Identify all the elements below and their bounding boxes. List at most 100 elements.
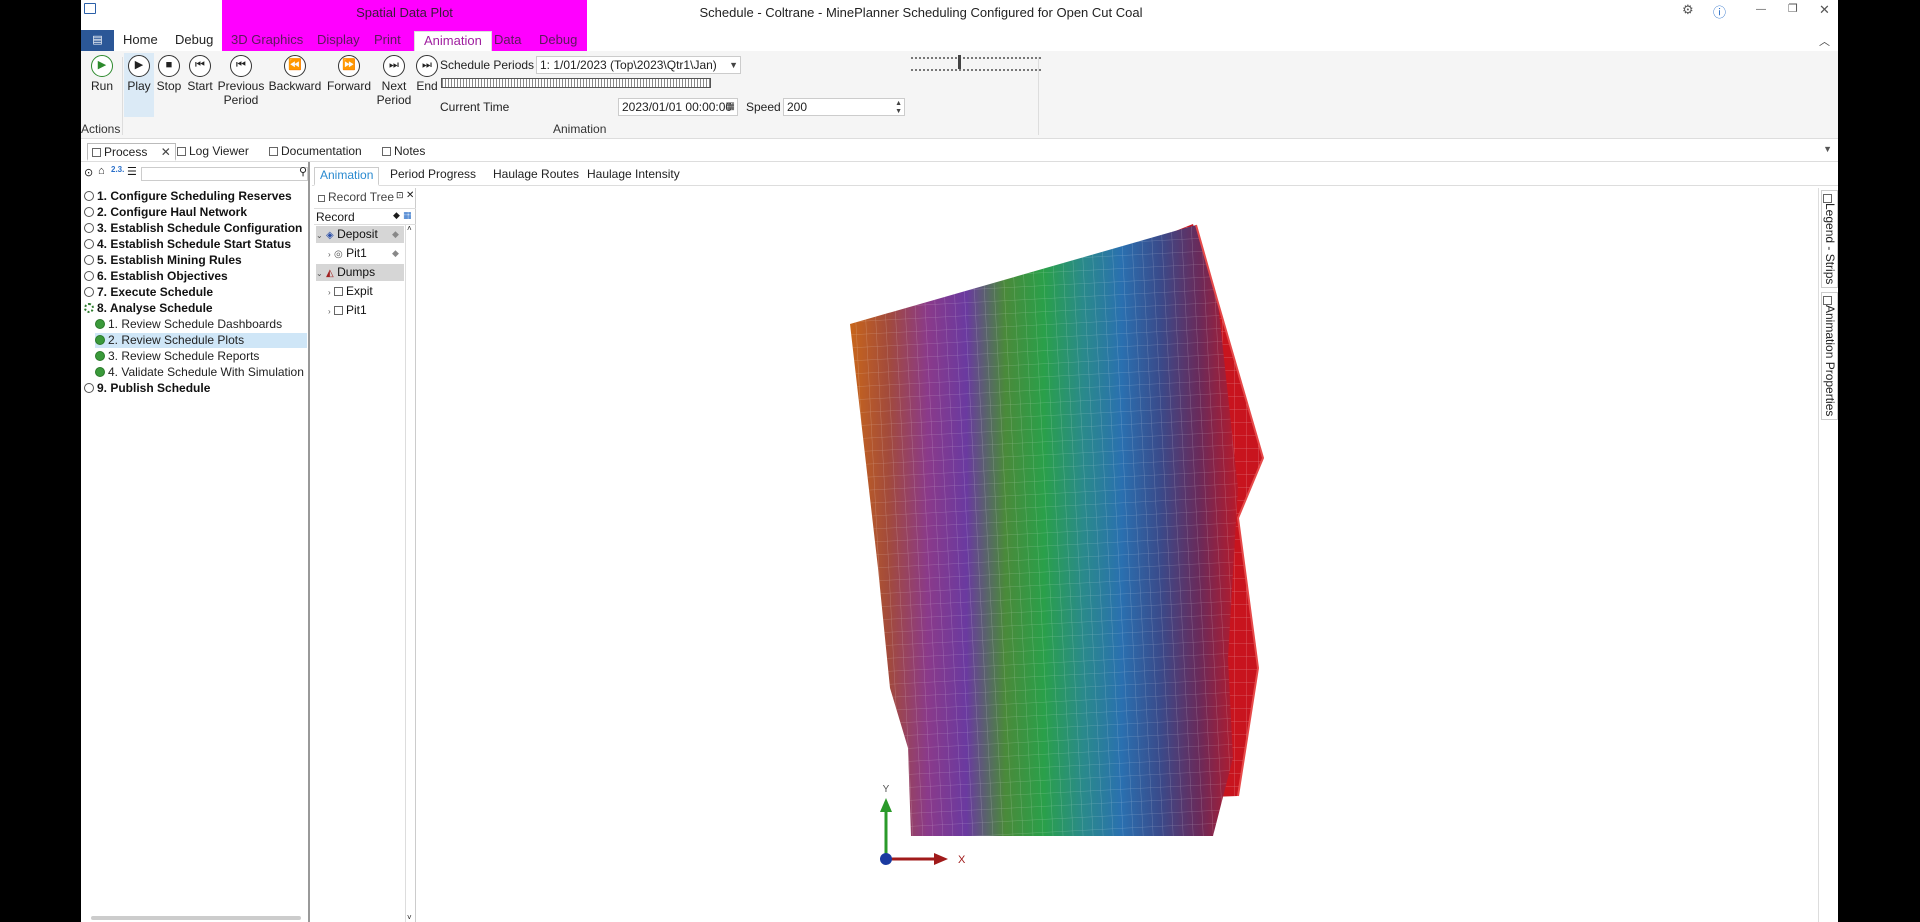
process-search-input[interactable]	[141, 167, 308, 181]
scroll-down-icon[interactable]: ˅	[407, 913, 412, 922]
back-icon[interactable]: ⊙	[84, 166, 93, 179]
process-substep-selected[interactable]: 2. Review Schedule Plots	[95, 333, 307, 348]
forward-button[interactable]: ⏩ Forward	[324, 55, 374, 93]
tab-legend-strips[interactable]: Legend - Strips	[1821, 190, 1838, 289]
process-substep[interactable]: 1. Review Schedule Dashboards	[95, 317, 282, 332]
play-label: Play	[127, 79, 151, 93]
schedule-periods-select[interactable]: 1: 1/01/2023 (Top\2023\Qtr1\Jan) ▼	[536, 56, 741, 74]
calendar-icon[interactable]: ▦	[726, 99, 735, 115]
home-icon[interactable]: ⌂	[98, 165, 105, 177]
tab-3d-graphics[interactable]: 3D Graphics	[222, 31, 312, 51]
step-status-icon	[84, 255, 94, 265]
search-icon[interactable]: ⚲	[299, 165, 307, 178]
tab-process[interactable]: Process ✕	[87, 143, 176, 161]
tree-item-deposit[interactable]: ⌄ ◈ Deposit ◆	[316, 226, 404, 243]
run-button[interactable]: ▶ Run	[87, 55, 117, 93]
expand-icon[interactable]: ⌄	[316, 269, 323, 278]
step-status-icon	[84, 271, 94, 281]
minimize-icon[interactable]: —	[1756, 4, 1766, 15]
close-tab-icon[interactable]: ✕	[161, 145, 171, 159]
process-step[interactable]: 9. Publish Schedule	[84, 381, 210, 396]
tab-animation-view[interactable]: Animation	[314, 167, 380, 186]
play-button[interactable]: ▶ Play	[124, 55, 154, 93]
next-period-button[interactable]: ⏭ Next Period	[374, 55, 414, 107]
tab-haulage-routes[interactable]: Haulage Routes	[488, 167, 584, 186]
tab-haulage-intensity[interactable]: Haulage Intensity	[582, 167, 685, 186]
tab-period-progress[interactable]: Period Progress	[385, 167, 481, 186]
tab-documentation[interactable]: Documentation	[265, 143, 366, 161]
numbering-icon[interactable]: 2.3.	[111, 165, 124, 174]
deposit-3d-model[interactable]: Y X	[418, 188, 1798, 922]
animation-speed-slider[interactable]	[911, 53, 1041, 77]
process-step[interactable]: 3. Establish Schedule Configuration	[84, 221, 302, 236]
process-step[interactable]: 8. Analyse Schedule	[84, 301, 213, 316]
pin-icon[interactable]: ⊡	[396, 190, 404, 201]
tab-log-viewer[interactable]: Log Viewer	[173, 143, 253, 161]
record-tree-title: Record Tree	[318, 190, 394, 204]
chevron-down-icon[interactable]: ▼	[1823, 144, 1832, 154]
scroll-up-icon[interactable]: ˄	[407, 224, 412, 233]
tree-item-label: Deposit	[337, 227, 378, 241]
tab-animation[interactable]: Animation	[414, 31, 492, 51]
process-step[interactable]: 6. Establish Objectives	[84, 269, 228, 284]
close-icon[interactable]: ✕	[1819, 2, 1830, 18]
restore-icon[interactable]: ❐	[1788, 2, 1798, 15]
backward-button[interactable]: ⏪ Backward	[266, 55, 324, 93]
tab-debug[interactable]: Debug	[166, 31, 222, 51]
step-label: 3. Establish Schedule Configuration	[97, 221, 303, 235]
expand-icon[interactable]: ›	[328, 288, 331, 297]
process-step[interactable]: 7. Execute Schedule	[84, 285, 213, 300]
expand-icon[interactable]: ⌄	[316, 231, 323, 240]
3d-viewport[interactable]: Y X	[418, 188, 1798, 922]
app-icon[interactable]	[84, 3, 96, 14]
ribbon-panel: ▶ Run Actions ▶ Play ■ Stop ⏮ Start ⏮ Pr…	[81, 51, 1838, 139]
end-button[interactable]: ⏭ End	[414, 55, 440, 93]
process-substep[interactable]: 3. Review Schedule Reports	[95, 349, 259, 364]
process-step[interactable]: 1. Configure Scheduling Reserves	[84, 189, 292, 204]
tree-item-pit1[interactable]: › ◎ Pit1 ◆	[328, 245, 404, 262]
start-button[interactable]: ⏮ Start	[184, 55, 216, 93]
list-icon[interactable]: ☰	[127, 165, 137, 178]
tree-item-expit[interactable]: › Expit	[328, 283, 373, 300]
run-label: Run	[90, 79, 113, 93]
context-group-title: Spatial Data Plot	[356, 5, 453, 20]
stepper-arrows-icon[interactable]: ▲ ▼	[895, 100, 902, 115]
tab-context-debug[interactable]: Debug	[530, 31, 586, 51]
ribbon-collapse-icon[interactable]: ︿	[1819, 33, 1830, 49]
tab-notes[interactable]: Notes	[378, 143, 429, 161]
settings-icon[interactable]: ⚙	[1682, 2, 1694, 18]
record-column-header[interactable]: Record	[316, 210, 355, 224]
record-tree-header: Record ◆ ▦	[314, 208, 416, 225]
grid-icon[interactable]: ▦	[403, 210, 412, 221]
x-axis-arrow	[934, 853, 948, 865]
expand-icon[interactable]: ›	[328, 250, 331, 259]
current-time-field[interactable]: 2023/01/01 00:00:00 ▦	[618, 98, 738, 116]
tab-home[interactable]: Home	[114, 31, 167, 51]
tab-animation-properties[interactable]: Animation Properties	[1821, 292, 1838, 421]
info-icon[interactable]: ⓘ	[1713, 2, 1726, 21]
legend-icon	[1823, 194, 1832, 203]
tree-item-pit1-dump[interactable]: › Pit1	[328, 302, 367, 319]
backward-label: Backward	[268, 79, 322, 93]
process-step[interactable]: 4. Establish Schedule Start Status	[84, 237, 291, 252]
close-icon[interactable]: ✕	[406, 190, 414, 201]
tree-item-dumps[interactable]: ⌄ ◭ Dumps	[316, 264, 404, 281]
z-axis-dot	[880, 853, 892, 865]
process-substep[interactable]: 4. Validate Schedule With Simulation	[95, 365, 304, 380]
notes-icon	[382, 147, 391, 156]
file-menu-button[interactable]: ▤	[81, 30, 114, 51]
record-tree-scrollbar[interactable]: ˄ ˅	[405, 224, 415, 922]
slider-thumb[interactable]	[958, 55, 961, 69]
tree-item-label: Pit1	[346, 303, 367, 317]
tab-print[interactable]: Print	[365, 31, 410, 51]
diamond-icon[interactable]: ◆	[393, 210, 400, 221]
tab-data[interactable]: Data	[485, 31, 530, 51]
tab-display[interactable]: Display	[308, 31, 369, 51]
stop-button[interactable]: ■ Stop	[154, 55, 184, 93]
expand-icon[interactable]: ›	[328, 307, 331, 316]
previous-period-button[interactable]: ⏮ Previous Period	[216, 55, 266, 107]
speed-stepper[interactable]: 200 ▲ ▼	[783, 98, 905, 116]
process-step[interactable]: 5. Establish Mining Rules	[84, 253, 242, 268]
process-step[interactable]: 2. Configure Haul Network	[84, 205, 247, 220]
horizontal-scrollbar[interactable]	[91, 916, 301, 920]
